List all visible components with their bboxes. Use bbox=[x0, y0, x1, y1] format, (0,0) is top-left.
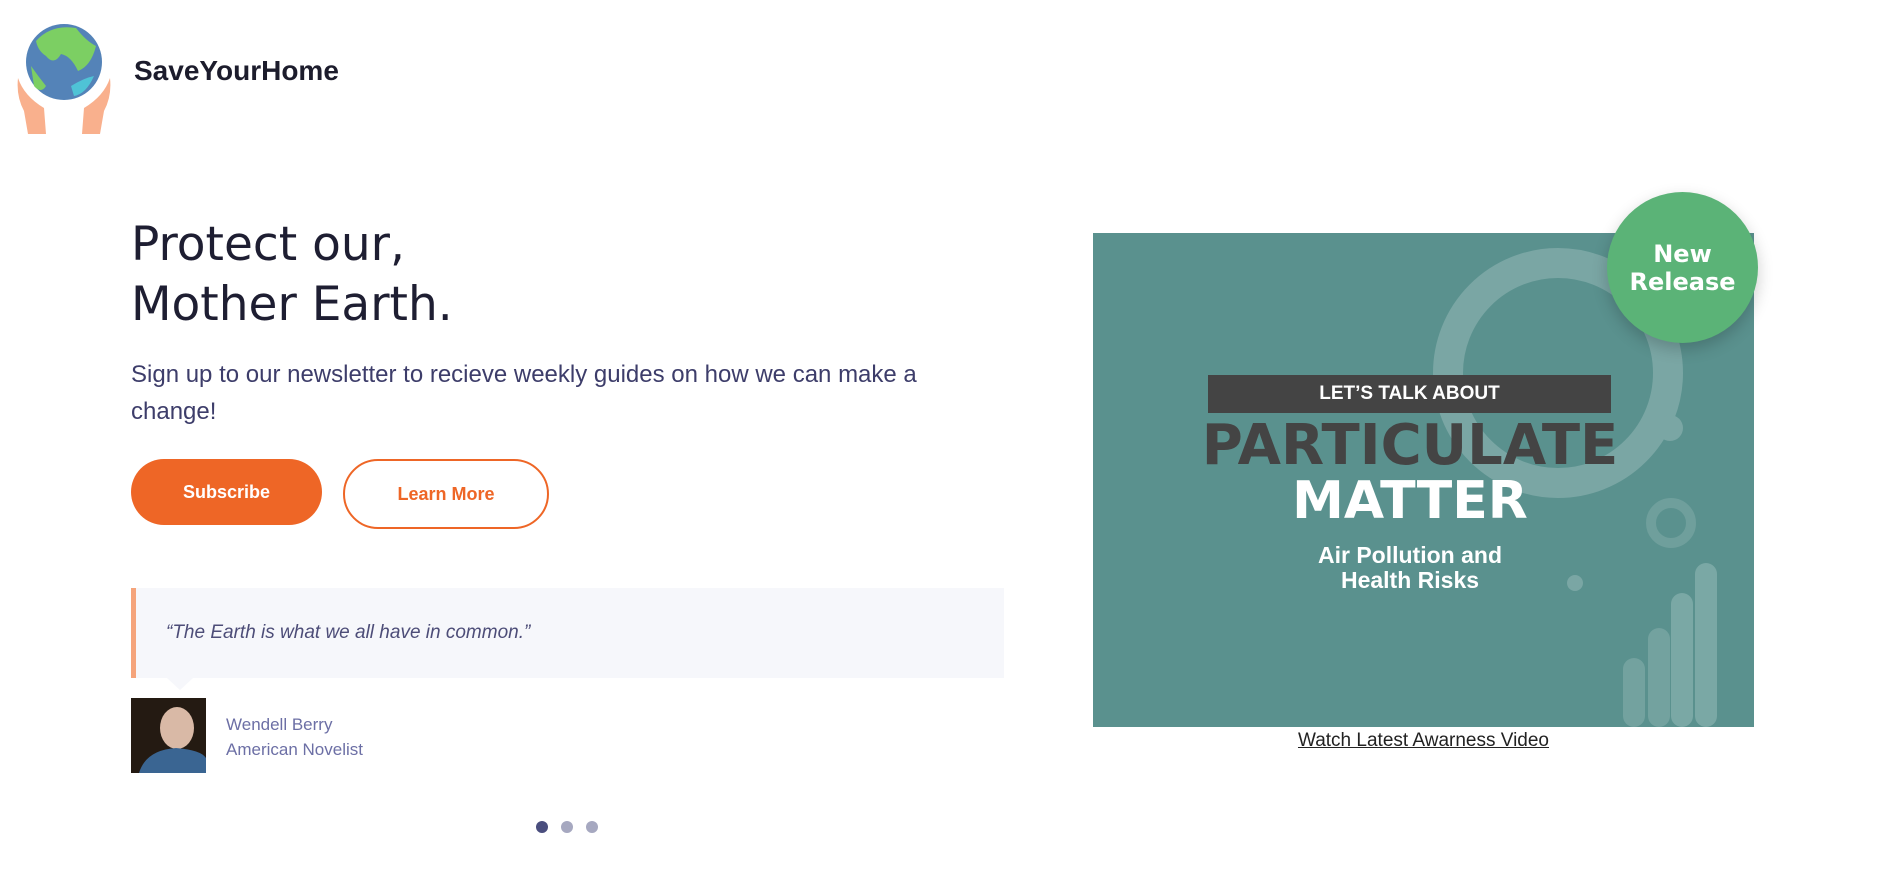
watch-video-link[interactable]: Watch Latest Awarness Video bbox=[1093, 730, 1754, 752]
author-name: Wendell Berry bbox=[226, 715, 333, 734]
quote-text: “The Earth is what we all have in common… bbox=[166, 622, 531, 643]
subscribe-button[interactable]: Subscribe bbox=[131, 459, 322, 525]
video-title-2: MATTER bbox=[1292, 471, 1528, 531]
video-title-1: PARTICULATE bbox=[1201, 413, 1619, 478]
hero-lead: Sign up to our newsletter to recieve wee… bbox=[131, 361, 917, 425]
testimonial-quote: “The Earth is what we all have in common… bbox=[131, 588, 1004, 678]
author-avatar bbox=[131, 698, 206, 773]
globe-in-hands-icon bbox=[17, 24, 111, 134]
author-info: Wendell Berry American Novelist bbox=[226, 712, 363, 762]
slide-dot-1[interactable] bbox=[536, 821, 548, 833]
author-role: American Novelist bbox=[226, 740, 363, 759]
video-subtitle: Air Pollution and Health Risks bbox=[1093, 543, 1727, 593]
new-release-badge: New Release bbox=[1607, 192, 1758, 343]
slide-dot-2[interactable] bbox=[561, 821, 573, 833]
hero-title-line1: Protect our, bbox=[131, 217, 405, 272]
learn-more-button[interactable]: Learn More bbox=[343, 459, 549, 529]
hero-title-line2: Mother Earth. bbox=[131, 277, 453, 332]
video-subtitle-1: Air Pollution and bbox=[1318, 542, 1502, 568]
hero-title: Protect our, Mother Earth. bbox=[131, 215, 453, 335]
slide-dot-3[interactable] bbox=[586, 821, 598, 833]
watch-video-link-text[interactable]: Watch Latest Awarness Video bbox=[1298, 730, 1549, 751]
quote-pointer bbox=[167, 678, 193, 690]
video-subtitle-2: Health Risks bbox=[1340, 567, 1480, 593]
brand-name[interactable]: SaveYourHome bbox=[134, 55, 339, 87]
video-kicker: LET’S TALK ABOUT bbox=[1208, 375, 1611, 413]
